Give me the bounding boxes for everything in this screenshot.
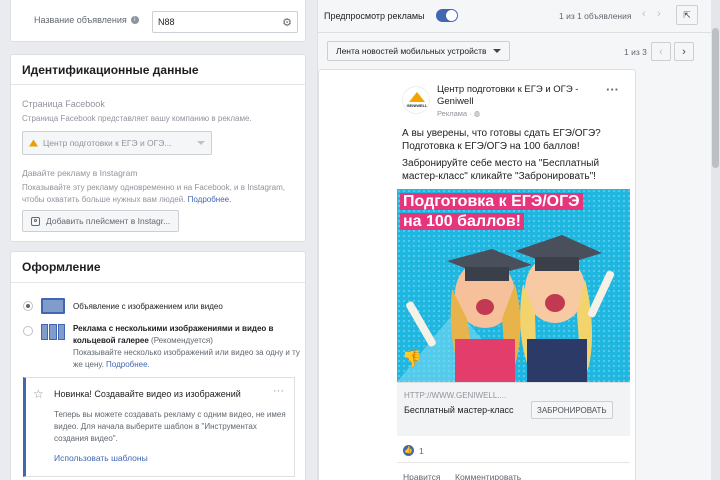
format-single-option[interactable]: Объявление с изображением или видео (23, 298, 223, 314)
identity-title: Идентификационные данные (11, 55, 305, 85)
recommended-note: (Рекомендуется) (151, 336, 213, 345)
scrollbar-thumb[interactable] (712, 28, 719, 168)
add-instagram-button[interactable]: Добавить плейсмент в Instagr... (22, 210, 180, 232)
post-text-line: А вы уверены, что готовы сдать ЕГЭ/ОГЭ? (402, 128, 601, 139)
video-tip-box: ☆ Новинка! Создавайте видео из изображен… (23, 377, 295, 477)
ad-image[interactable]: Подготовка к ЕГЭ/ОГЭ на 100 баллов! 👎 (397, 189, 630, 382)
globe-icon: ◍ (473, 109, 481, 118)
fb-page-desc: Страница Facebook представляет вашу комп… (22, 114, 252, 123)
page-avatar: GENIWELL (402, 86, 430, 114)
video-tip-title: Новинка! Создавайте видео из изображений (54, 389, 241, 399)
preview-label: Предпросмотр рекламы (324, 11, 425, 21)
placement-select[interactable]: Лента новостей мобильных устройств (327, 41, 510, 61)
post-text-line: Забронируйте себе место на "Бесплатный м… (402, 158, 600, 182)
radio-selected[interactable] (23, 301, 33, 311)
book-now-button[interactable]: ЗАБРОНИРОВАТЬ (531, 401, 613, 419)
chevron-left-icon: ‹ (659, 45, 663, 58)
star-icon: ☆ (33, 387, 44, 401)
fb-page-label: Страница Facebook (22, 99, 105, 109)
link-title: Бесплатный мастер-класс (404, 405, 514, 415)
open-external-button[interactable]: ⇱ (676, 5, 698, 25)
video-tip-desc: Теперь вы можете создавать рекламу с одн… (54, 410, 286, 443)
link-url: HTTP://WWW.GENIWELL.... (404, 391, 507, 400)
preview-toggle[interactable] (436, 9, 458, 22)
placement-counter: 1 из 3 (624, 47, 647, 57)
ad-preview-post: GENIWELL Центр подготовки к ЕГЭ и ОГЭ - … (318, 69, 636, 480)
design-title: Оформление (11, 252, 305, 283)
gear-icon[interactable]: ⚙ (282, 16, 292, 29)
ad-preview-panel: Предпросмотр рекламы 1 из 1 объявления ‹… (317, 0, 720, 480)
ad-name-label: Название объявления (34, 15, 127, 25)
carousel-more-link[interactable]: Подробнее. (106, 360, 150, 369)
ad-name-input[interactable]: N88 ⚙ (152, 11, 298, 33)
reaction-count: 1 (419, 446, 424, 456)
caret-down-icon (492, 49, 501, 53)
prev-ad-icon[interactable]: ‹ (642, 8, 646, 20)
ig-more-link[interactable]: Подробнее. (188, 195, 232, 204)
instagram-icon (31, 216, 40, 226)
ad-name-card: Название объявления i N88 ⚙ (10, 0, 306, 42)
chevron-right-icon: › (682, 45, 686, 58)
link-card[interactable]: HTTP://WWW.GENIWELL.... Бесплатный масте… (397, 382, 630, 436)
design-card: Оформление Объявление с изображением или… (10, 251, 306, 480)
carousel-icon (41, 324, 65, 340)
ig-label: Давайте рекламу в Instagram (22, 168, 138, 178)
info-icon: i (130, 16, 139, 24)
page-logo-icon (29, 139, 38, 147)
more-options-icon[interactable]: ··· (273, 385, 284, 397)
prev-placement-button[interactable]: ‹ (651, 42, 671, 61)
fb-page-select[interactable]: Центр подготовки к ЕГЭ и ОГЭ... (22, 131, 212, 155)
caret-down-icon (197, 141, 205, 145)
radio-unselected[interactable] (23, 326, 33, 336)
thumbs-down-icon: 👎 (402, 351, 422, 368)
like-button[interactable]: Нравится (403, 472, 441, 480)
next-ad-icon[interactable]: › (657, 8, 661, 20)
single-image-icon (41, 298, 65, 314)
identity-card: Идентификационные данные Страница Facebo… (10, 54, 306, 242)
ad-counter: 1 из 1 объявления (559, 11, 632, 21)
scrollbar[interactable] (711, 0, 720, 480)
page-name[interactable]: Центр подготовки к ЕГЭ и ОГЭ - Geniwell (437, 84, 597, 108)
post-options-icon[interactable]: ··· (606, 82, 619, 97)
use-templates-link[interactable]: Использовать шаблоны (54, 453, 148, 463)
image-headline: Подготовка к ЕГЭ/ОГЭ на 100 баллов! (400, 192, 600, 232)
like-reaction-icon: 👍 (403, 445, 414, 456)
post-text-line: Подготовка к ЕГЭ/ОГЭ на 100 баллов! (402, 141, 580, 152)
format-carousel-option[interactable]: Реклама с несколькими изображениями и ви… (23, 323, 303, 371)
external-link-icon: ⇱ (683, 9, 691, 20)
ig-desc: Показывайте эту рекламу одновременно и н… (22, 183, 286, 204)
next-placement-button[interactable]: › (674, 42, 694, 61)
sponsored-label: Реклама · (437, 109, 474, 118)
ad-editor-panel: Название объявления i N88 ⚙ Идентификаци… (0, 0, 316, 480)
comment-button[interactable]: Комментировать (455, 472, 521, 480)
